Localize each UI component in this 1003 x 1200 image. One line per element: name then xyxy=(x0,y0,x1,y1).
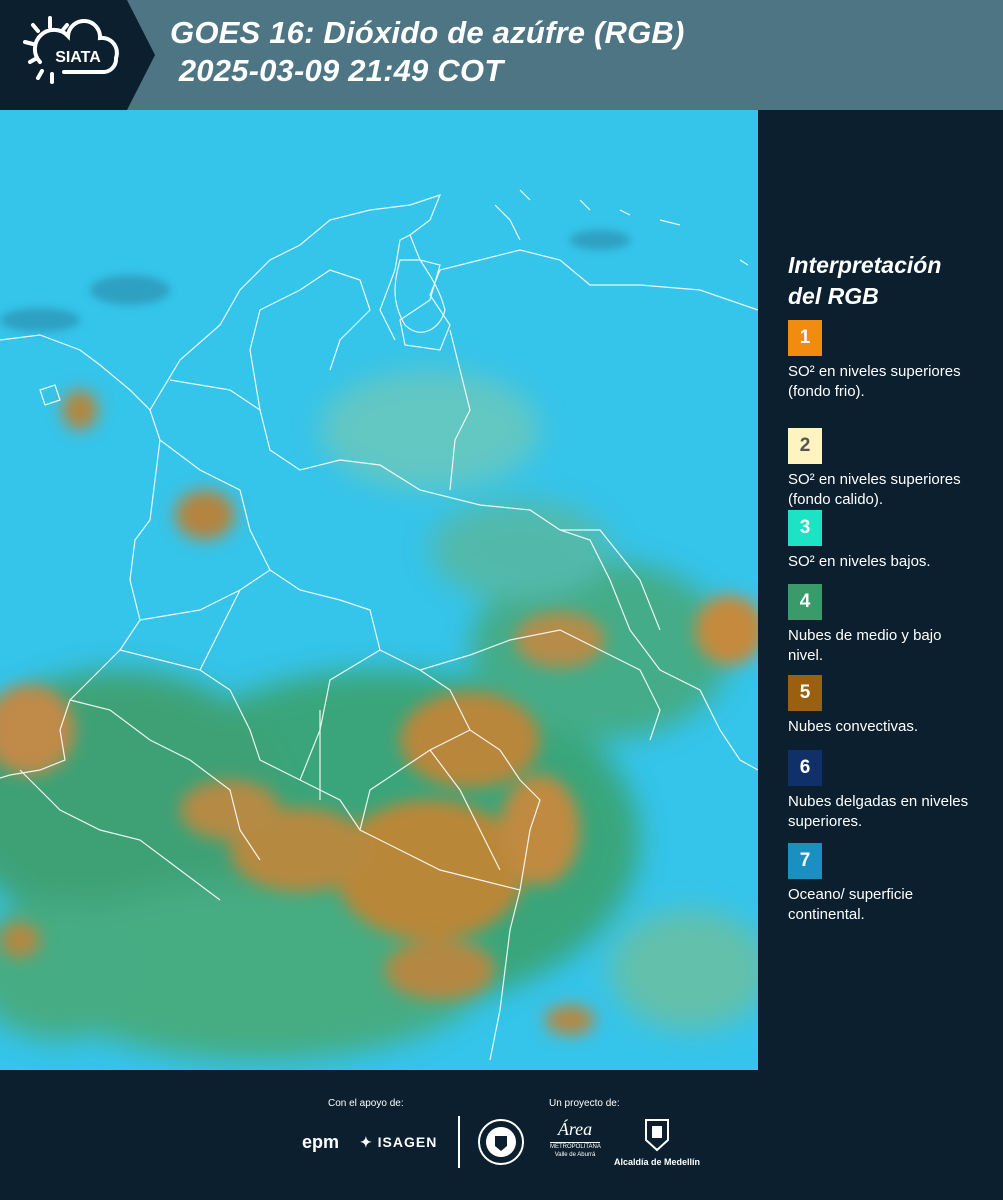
medellin-seal-icon xyxy=(477,1118,525,1171)
legend-swatch: 3 xyxy=(788,510,822,546)
page-title: GOES 16: Dióxido de azúfre (RGB) 2025-03… xyxy=(170,14,685,90)
legend-swatch: 7 xyxy=(788,843,822,879)
legend-item: 1 SO² en niveles superiores (fondo frio). xyxy=(788,320,978,402)
svg-text:SIATA: SIATA xyxy=(55,49,101,66)
legend-swatch: 4 xyxy=(788,584,822,620)
alcaldia-text: Alcaldía de Medellín xyxy=(613,1157,701,1167)
legend-title-line-2: del RGB xyxy=(788,283,879,309)
area-metropolitana-logo: Área METROPOLITANA Valle de Aburrá xyxy=(550,1118,601,1159)
support-label: Con el apoyo de: xyxy=(328,1098,404,1109)
legend-text: SO² en niveles superiores (fondo calido)… xyxy=(788,471,961,508)
legend-swatch: 2 xyxy=(788,428,822,464)
legend-item: 5 Nubes convectivas. xyxy=(788,675,978,737)
legend-swatch: 5 xyxy=(788,675,822,711)
isagen-text: ISAGEN xyxy=(377,1134,438,1150)
header: SIATA GOES 16: Dióxido de azúfre (RGB) 2… xyxy=(0,0,1003,110)
legend-panel: Interpretación del RGB 1 SO² en niveles s… xyxy=(758,110,1003,1070)
legend-text: Nubes delgadas en niveles superiores. xyxy=(788,793,969,830)
legend-text: Nubes convectivas. xyxy=(788,718,919,735)
area-script-text: Área xyxy=(557,1119,593,1139)
project-label: Un proyecto de: xyxy=(549,1098,620,1109)
legend-title: Interpretación del RGB xyxy=(788,250,941,312)
footer: Con el apoyo de: Un proyecto de: epm ✦ I… xyxy=(0,1070,1003,1200)
legend-swatch: 1 xyxy=(788,320,822,356)
footer-divider xyxy=(458,1116,460,1168)
title-line-2: 2025-03-09 21:49 COT xyxy=(170,53,504,88)
legend-swatch: 6 xyxy=(788,750,822,786)
alcaldia-logo: Alcaldía de Medellín xyxy=(612,1118,702,1167)
legend-text: SO² en niveles bajos. xyxy=(788,553,931,570)
isagen-logo: ✦ ISAGEN xyxy=(360,1134,438,1150)
legend-text: Oceano/ superficie continental. xyxy=(788,886,914,923)
legend-text: SO² en niveles superiores (fondo frio). xyxy=(788,363,961,400)
legend-item: 6 Nubes delgadas en niveles superiores. xyxy=(788,750,978,832)
legend-item: 7 Oceano/ superficie continental. xyxy=(788,843,978,925)
alcaldia-shield-icon xyxy=(645,1119,669,1152)
legend-title-line-1: Interpretación xyxy=(788,252,942,278)
legend-item: 4 Nubes de medio y bajo nivel. xyxy=(788,584,978,666)
satellite-map xyxy=(0,110,758,1070)
epm-logo: epm xyxy=(302,1132,339,1153)
legend-item: 2 SO² en niveles superiores (fondo calido… xyxy=(788,428,978,510)
epm-text: epm xyxy=(302,1132,340,1152)
title-line-1: GOES 16: Dióxido de azúfre (RGB) xyxy=(170,15,685,50)
siata-logo: SIATA xyxy=(0,0,155,110)
area-metro-line-2: Valle de Aburrá xyxy=(554,1152,596,1158)
legend-text: Nubes de medio y bajo nivel. xyxy=(788,627,942,664)
area-metro-line-1: METROPOLITANA xyxy=(550,1142,601,1150)
legend-item: 3 SO² en niveles bajos. xyxy=(788,510,978,572)
